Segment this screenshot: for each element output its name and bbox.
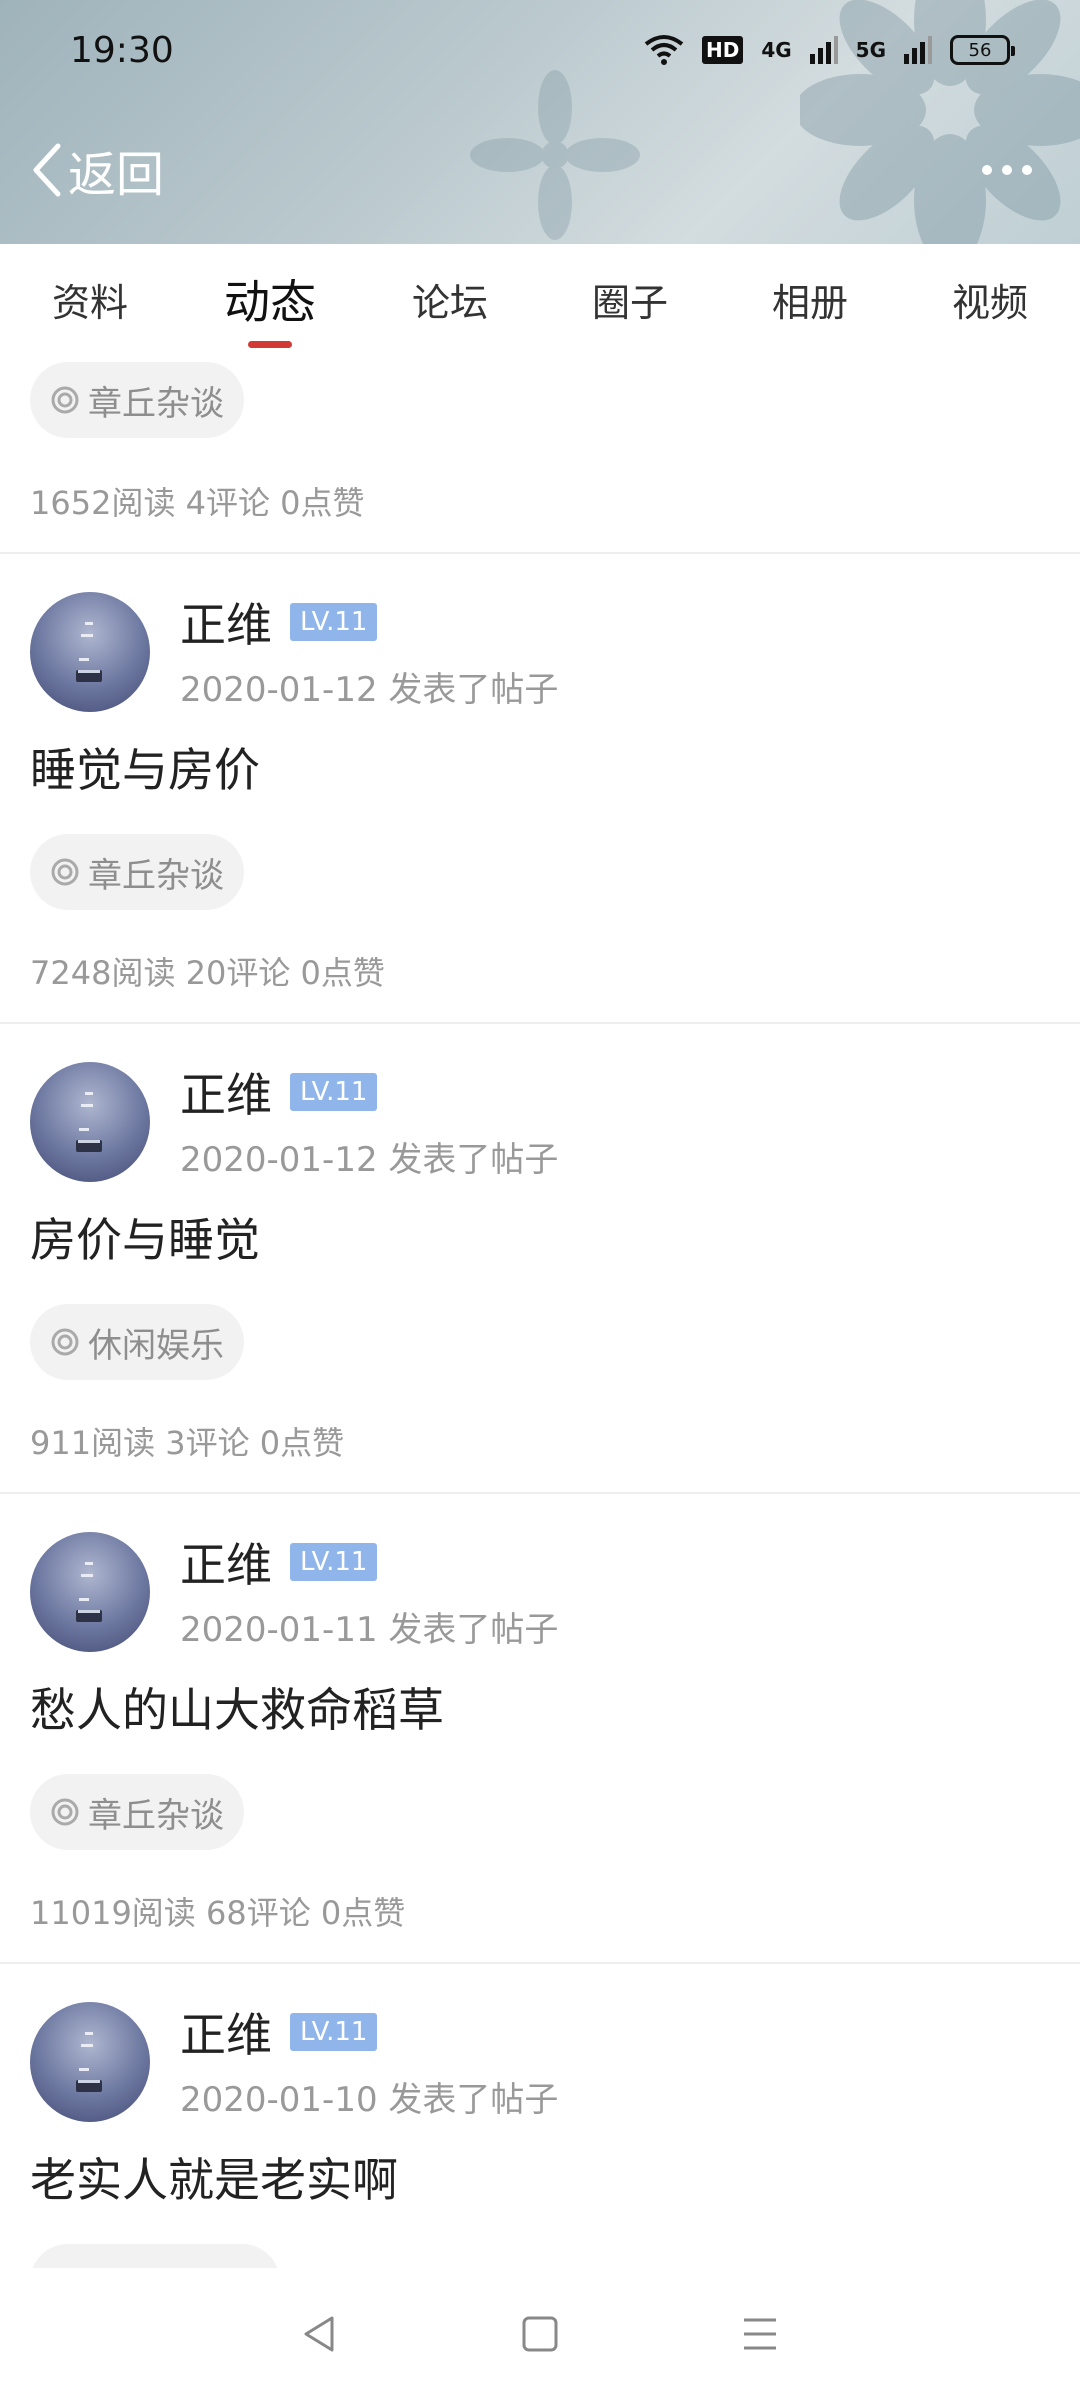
tab-label: 视频 [951,280,1028,325]
signal-icon [809,36,838,64]
post-card: 正维 LV.11 2020-01-12 发表了帖子 房价与睡觉 休闲娱乐 911… [0,1024,1080,1492]
tab-circles[interactable]: 圈子 [540,244,720,354]
more-dots-icon [982,165,992,175]
tab-label: 资料 [51,280,128,325]
wifi-icon [644,35,684,65]
post-meta: 2020-01-12 发表了帖子 [180,1140,559,1180]
target-icon [51,858,79,886]
square-home-icon [522,2316,558,2352]
post-title[interactable]: 睡觉与房价 [0,712,1080,800]
system-nav-bar [0,2268,1080,2400]
battery-level: 56 [968,39,992,61]
post-stats: 7248阅读 20评论 0点赞 [30,954,385,992]
topic-chip[interactable]: 休闲娱乐 [30,1304,244,1380]
post-meta: 2020-01-12 发表了帖子 [180,670,559,710]
post-stats: 11019阅读 68评论 0点赞 [30,1894,406,1932]
avatar[interactable] [30,1532,150,1652]
topic-chip[interactable]: 章丘杂谈 [30,1774,244,1850]
level-badge: LV.11 [290,1543,378,1581]
post-meta: 2020-01-11 发表了帖子 [180,1610,559,1650]
network-5g-indicator: 5G [855,38,886,62]
menu-nav-button[interactable] [730,2304,790,2364]
post-stats: 1652阅读 4评论 0点赞 [30,484,365,522]
post-card-partial: 章丘杂谈 1652阅读 4评论 0点赞 [0,354,1080,552]
level-badge: LV.11 [290,603,378,641]
hamburger-menu-icon [744,2318,776,2350]
post-card: 正维 LV.11 2020-01-10 发表了帖子 老实人就是老实啊 [0,1964,1080,2268]
avatar[interactable] [30,2002,150,2122]
topic-chip[interactable] [30,2244,280,2268]
status-bar: 19:30 HD 4G 5G 56 [0,0,1080,100]
activity-feed[interactable]: 章丘杂谈 1652阅读 4评论 0点赞 正维 LV.11 2020-01-12 … [0,354,1080,2268]
level-badge: LV.11 [290,2013,378,2051]
chevron-left-icon [33,143,61,197]
topic-label: 章丘杂谈 [88,855,224,896]
avatar[interactable] [30,1062,150,1182]
lightbulb-icon [76,2032,102,2092]
tab-label: 论坛 [411,280,488,325]
back-button[interactable]: 返回 [30,135,164,205]
back-label: 返回 [68,147,165,203]
post-title[interactable]: 房价与睡觉 [0,1182,1080,1270]
topic-chip[interactable]: 章丘杂谈 [30,834,244,910]
back-nav-button[interactable] [290,2304,350,2364]
author-name[interactable]: 正维 [180,1059,272,1125]
author-name[interactable]: 正维 [180,1529,272,1595]
hd-indicator: HD [701,36,744,64]
post-card: 正维 LV.11 2020-01-12 发表了帖子 睡觉与房价 章丘杂谈 724… [0,554,1080,1022]
tab-album[interactable]: 相册 [720,244,900,354]
lightbulb-icon [76,622,102,682]
topic-label: 章丘杂谈 [88,1795,224,1836]
header-nav: 返回 [0,130,1080,210]
more-dots-icon [1002,165,1012,175]
tab-label: 动态 [224,275,316,329]
topic-label: 休闲娱乐 [88,1325,224,1366]
target-icon [51,1798,79,1826]
network-4g-indicator: 4G [761,38,792,62]
tab-video[interactable]: 视频 [900,244,1080,354]
tab-profile[interactable]: 资料 [0,244,180,354]
post-stats: 911阅读 3评论 0点赞 [30,1424,345,1462]
status-icons: HD 4G 5G 56 [644,34,1015,66]
level-badge: LV.11 [290,1073,378,1111]
lightbulb-icon [76,1092,102,1152]
topic-chip[interactable]: 章丘杂谈 [30,362,244,438]
tab-activity[interactable]: 动态 [180,244,360,354]
more-dots-icon [1022,165,1032,175]
avatar[interactable] [30,592,150,712]
author-name[interactable]: 正维 [180,1999,272,2065]
profile-header: 19:30 HD 4G 5G 56 返回 [0,0,1080,244]
battery-icon: 56 [950,35,1015,65]
status-time: 19:30 [70,29,174,71]
post-meta: 2020-01-10 发表了帖子 [180,2080,559,2120]
signal-icon [904,36,932,64]
home-nav-button[interactable] [510,2304,570,2364]
topic-label: 章丘杂谈 [88,383,224,424]
tab-label: 圈子 [591,280,668,325]
tab-label: 相册 [771,280,848,325]
profile-tabs: 资料 动态 论坛 圈子 相册 视频 [0,244,1080,354]
tab-forum[interactable]: 论坛 [360,244,540,354]
triangle-back-icon [304,2316,334,2352]
more-options-button[interactable] [982,165,1032,175]
post-title[interactable]: 老实人就是老实啊 [0,2122,1080,2210]
target-icon [51,1328,79,1356]
lightbulb-icon [76,1562,102,1622]
author-name[interactable]: 正维 [180,589,272,655]
post-title[interactable]: 愁人的山大救命稻草 [0,1652,1080,1740]
target-icon [51,386,79,414]
post-card: 正维 LV.11 2020-01-11 发表了帖子 愁人的山大救命稻草 章丘杂谈… [0,1494,1080,1962]
